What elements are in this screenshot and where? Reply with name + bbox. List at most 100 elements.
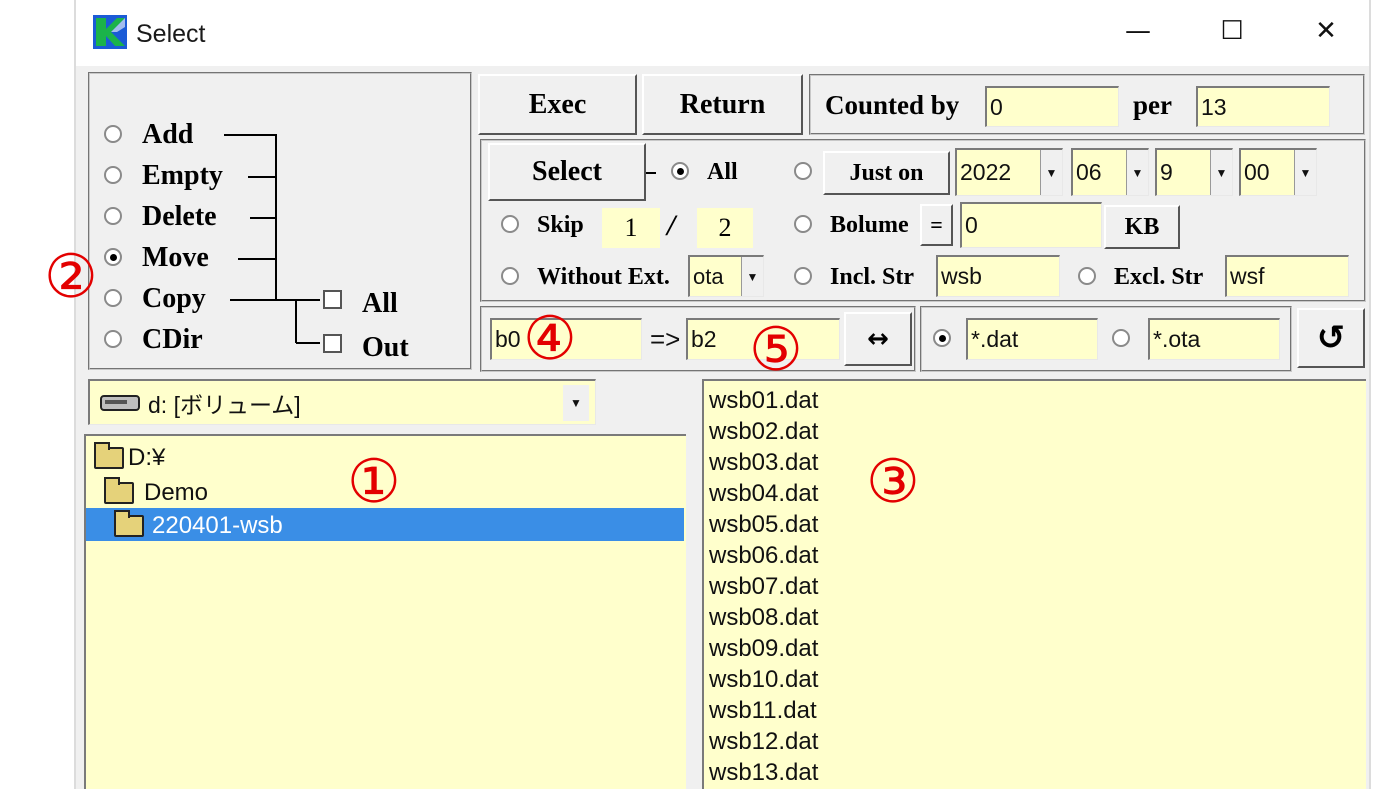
- annotation-3: ③: [866, 447, 920, 517]
- hour-dropdown[interactable]: 00 ▼: [1239, 148, 1317, 196]
- month-dropdown[interactable]: 06 ▼: [1071, 148, 1149, 196]
- window-title: Select: [136, 20, 206, 48]
- checkbox-out[interactable]: [323, 334, 342, 353]
- radio-cdir[interactable]: [104, 330, 122, 348]
- radio-select-all-label: All: [707, 159, 738, 185]
- file-list-item[interactable]: wsb04.dat: [709, 478, 1349, 509]
- maximize-button[interactable]: ☐: [1212, 18, 1252, 44]
- counted-by-label: Counted by: [825, 90, 960, 120]
- year-dropdown[interactable]: 2022 ▼: [955, 148, 1063, 196]
- tree-item-selected[interactable]: 220401-wsb: [114, 509, 283, 541]
- bolume-input[interactable]: 0: [960, 202, 1102, 248]
- app-logo-icon: [93, 15, 127, 49]
- per-label: per: [1133, 90, 1172, 120]
- radio-incl-str[interactable]: [794, 267, 812, 285]
- file-list-item[interactable]: wsb13.dat: [709, 757, 1349, 788]
- chevron-down-icon: ▼: [1210, 150, 1232, 195]
- swap-button[interactable]: ↔: [844, 312, 912, 366]
- without-ext-dropdown[interactable]: ota ▼: [688, 255, 764, 297]
- skip-a-input[interactable]: 1: [602, 208, 660, 248]
- tree-item-label: 220401-wsb: [152, 512, 283, 539]
- day-dropdown[interactable]: 9 ▼: [1155, 148, 1233, 196]
- radio-without-ext[interactable]: [501, 267, 519, 285]
- month-value: 06: [1076, 159, 1102, 185]
- connector-line: [296, 299, 320, 301]
- connector-line: [275, 134, 277, 300]
- pattern-dat-input[interactable]: *.dat: [966, 318, 1098, 360]
- file-list-item[interactable]: wsb05.dat: [709, 509, 1349, 540]
- file-list-item[interactable]: wsb02.dat: [709, 416, 1349, 447]
- file-list-item[interactable]: wsb06.dat: [709, 540, 1349, 571]
- skip-b-input[interactable]: 2: [697, 208, 753, 248]
- minimize-button[interactable]: —: [1118, 18, 1158, 44]
- chevron-down-icon: ▼: [1126, 150, 1148, 195]
- tree-item-root[interactable]: D:¥: [94, 441, 165, 473]
- drive-label: d: [ボリューム]: [148, 391, 301, 418]
- file-list-item[interactable]: wsb12.dat: [709, 726, 1349, 757]
- file-list-items: wsb01.dat wsb02.dat wsb03.dat wsb04.dat wsb0…: [709, 385, 1349, 788]
- radio-copy-label: Copy: [142, 283, 206, 314]
- year-value: 2022: [960, 159, 1012, 185]
- radio-empty[interactable]: [104, 166, 122, 184]
- folder-open-icon: [104, 476, 134, 504]
- file-list-item[interactable]: wsb03.dat: [709, 447, 1349, 478]
- radio-without-ext-label: Without Ext.: [537, 264, 670, 290]
- refresh-icon: ↺: [1316, 318, 1346, 358]
- chevron-down-icon: ▼: [741, 257, 763, 296]
- connector-line: [646, 172, 656, 174]
- radio-delete[interactable]: [104, 207, 122, 225]
- kb-button[interactable]: KB: [1104, 205, 1180, 249]
- file-list-item[interactable]: wsb10.dat: [709, 664, 1349, 695]
- file-list-item[interactable]: wsb08.dat: [709, 602, 1349, 633]
- select-button[interactable]: Select: [488, 143, 646, 201]
- pattern-ota-input[interactable]: *.ota: [1148, 318, 1280, 360]
- incl-str-input[interactable]: wsb: [936, 255, 1060, 297]
- radio-skip[interactable]: [501, 215, 519, 233]
- file-list-item[interactable]: wsb09.dat: [709, 633, 1349, 664]
- radio-add[interactable]: [104, 125, 122, 143]
- tree-item-label: Demo: [144, 479, 209, 506]
- radio-excl-str-label: Excl. Str: [1114, 264, 1204, 290]
- annotation-1: ①: [347, 447, 401, 517]
- drive-dropdown[interactable]: d: [ボリューム] ▼: [88, 379, 596, 425]
- chevron-down-icon: ▼: [563, 384, 589, 421]
- annotation-5: ⑤: [749, 315, 803, 385]
- skip-separator: /: [667, 209, 676, 242]
- radio-bolume-label: Bolume: [830, 212, 909, 238]
- radio-move[interactable]: [104, 248, 122, 266]
- radio-add-label: Add: [142, 119, 194, 150]
- annotation-4: ④: [523, 304, 577, 374]
- file-list-item[interactable]: wsb07.dat: [709, 571, 1349, 602]
- drive-icon: [100, 394, 140, 411]
- file-list-item[interactable]: wsb01.dat: [709, 385, 1349, 416]
- radio-pattern-dat[interactable]: [933, 329, 951, 347]
- radio-bolume[interactable]: [794, 215, 812, 233]
- just-on-button[interactable]: Just on: [823, 151, 950, 195]
- per-input[interactable]: 13: [1196, 86, 1330, 127]
- radio-pattern-ota[interactable]: [1112, 329, 1130, 347]
- connector-line: [248, 176, 276, 178]
- return-button[interactable]: Return: [642, 74, 803, 135]
- counted-by-input[interactable]: 0: [985, 86, 1119, 127]
- checkbox-all[interactable]: [323, 290, 342, 309]
- file-list-item[interactable]: wsb11.dat: [709, 695, 1349, 726]
- swap-arrows-icon: ↔: [867, 324, 889, 354]
- tree-item-demo[interactable]: Demo: [104, 476, 209, 508]
- refresh-button[interactable]: ↺: [1297, 308, 1365, 368]
- close-button[interactable]: ✕: [1306, 18, 1346, 44]
- radio-cdir-label: CDir: [142, 324, 203, 355]
- exec-button[interactable]: Exec: [478, 74, 637, 135]
- bolume-operator-button[interactable]: =: [920, 204, 953, 246]
- radio-select-all[interactable]: [671, 162, 689, 180]
- folder-open-icon: [94, 441, 124, 469]
- title-bar[interactable]: [76, 0, 1369, 66]
- radio-just-on[interactable]: [794, 162, 812, 180]
- radio-copy[interactable]: [104, 289, 122, 307]
- excl-str-input[interactable]: wsf: [1225, 255, 1349, 297]
- connector-line: [296, 342, 320, 344]
- radio-delete-label: Delete: [142, 201, 217, 232]
- chevron-down-icon: ▼: [1294, 150, 1316, 195]
- annotation-2: ②: [44, 242, 98, 312]
- radio-excl-str[interactable]: [1078, 267, 1096, 285]
- connector-line: [230, 299, 296, 301]
